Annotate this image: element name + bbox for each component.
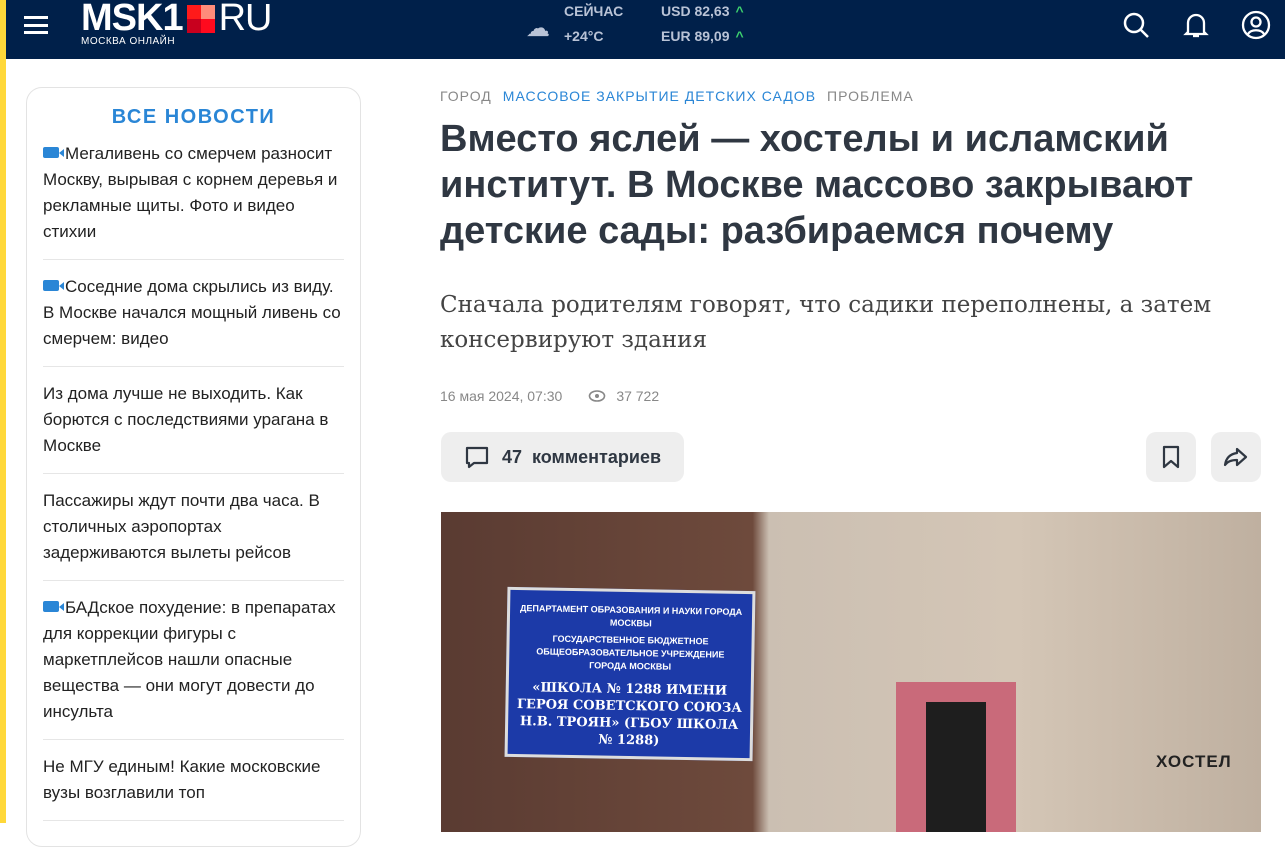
comment-icon — [465, 446, 489, 469]
sign-main-text: «ШКОЛА № 1288 ИМЕНИ ГЕРОЯ СОВЕТСКОГО СОЮ… — [516, 680, 742, 749]
sign-top-text: ДЕПАРТАМЕНТ ОБРАЗОВАНИЯ И НАУКИ ГОРОДА М… — [519, 603, 743, 629]
news-item-text: Не МГУ единым! Какие московские вузы воз… — [43, 757, 321, 802]
breadcrumb: ГОРОД МАССОВОЕ ЗАКРЫТИЕ ДЕТСКИХ САДОВ ПР… — [440, 88, 1262, 104]
news-item[interactable]: Не МГУ единым! Какие московские вузы воз… — [43, 754, 344, 821]
video-icon — [43, 601, 64, 612]
cloud-icon: ☁ — [526, 15, 550, 42]
arrow-up-icon: ^ — [735, 3, 744, 19]
news-item-text: БАДское похудение: в препаратах для корр… — [43, 598, 336, 721]
news-item-text: Мегаливень со смерчем разносит Москву, в… — [43, 144, 338, 241]
crumb-topic[interactable]: МАССОВОЕ ЗАКРЫТИЕ ДЕТСКИХ САДОВ — [503, 88, 816, 104]
news-sidebar: ВСЕ НОВОСТИ Мегаливень со смерчем разнос… — [26, 87, 361, 847]
news-item[interactable]: Соседние дома скрылись из виду. В Москве… — [43, 274, 344, 367]
share-icon — [1223, 447, 1248, 467]
building-entrance — [896, 682, 1016, 832]
news-item[interactable]: Из дома лучше не выходить. Как борются с… — [43, 381, 344, 474]
eye-icon — [589, 390, 606, 402]
sign-mid-text: ГОСУДАРСТВЕННОЕ БЮДЖЕТНОЕ ОБЩЕОБРАЗОВАТЕ… — [536, 633, 725, 672]
article-meta: 16 мая 2024, 07:30 37 722 — [440, 388, 1262, 404]
user-icon[interactable] — [1240, 9, 1272, 41]
news-item-text: Из дома лучше не выходить. Как борются с… — [43, 384, 329, 455]
comments-count: 47 — [501, 446, 522, 467]
eur-rate: EUR 89,09 — [661, 28, 730, 44]
news-item[interactable]: Пассажиры ждут почти два часа. В столичн… — [43, 488, 344, 581]
logo-tagline: МОСКВА ОНЛАЙН — [81, 36, 176, 47]
comments-button[interactable]: 47 комментариев — [441, 432, 684, 482]
hostel-sign: ХОСТЕЛ — [1156, 752, 1232, 771]
news-item[interactable]: Мегаливень со смерчем разносит Москву, в… — [43, 141, 344, 260]
temperature: +24°C — [564, 28, 604, 44]
arrow-up-icon: ^ — [735, 28, 744, 44]
article-photo: ДЕПАРТАМЕНТ ОБРАЗОВАНИЯ И НАУКИ ГОРОДА М… — [441, 512, 1261, 832]
news-item-text: Пассажиры ждут почти два часа. В столичн… — [43, 491, 320, 562]
weather-label: СЕЙЧАС — [564, 3, 624, 19]
logo-text: MSK1 — [81, 0, 184, 39]
bookmark-button[interactable] — [1146, 432, 1196, 482]
article: ГОРОД МАССОВОЕ ЗАКРЫТИЕ ДЕТСКИХ САДОВ ПР… — [440, 88, 1262, 404]
video-icon — [43, 147, 64, 158]
usd-rate: USD 82,63 — [661, 3, 730, 19]
crumb-city[interactable]: ГОРОД — [440, 88, 492, 104]
logo-squares — [186, 4, 215, 33]
bell-icon[interactable] — [1180, 9, 1212, 41]
news-item[interactable]: БАДское похудение: в препаратах для корр… — [43, 595, 344, 740]
view-count: 37 722 — [616, 388, 660, 404]
site-logo[interactable]: MSK1 RU — [81, 0, 273, 40]
article-lead: Сначала родителям говорят, что садики пе… — [440, 292, 1212, 353]
crumb-rubric[interactable]: ПРОБЛЕМА — [827, 88, 914, 104]
menu-icon[interactable] — [24, 16, 48, 34]
article-title: Вместо яслей — хостелы и исламский инсти… — [440, 118, 1194, 252]
bookmark-icon — [1162, 445, 1180, 469]
site-header: MSK1 RU МОСКВА ОНЛАЙН ☁ СЕЙЧАС +24°C USD … — [6, 0, 1285, 59]
comments-label: комментариев — [532, 446, 662, 467]
share-button[interactable] — [1211, 432, 1261, 482]
news-item-text: Соседние дома скрылись из виду. В Москве… — [43, 277, 341, 348]
logo-suffix: RU — [218, 0, 273, 39]
sidebar-title[interactable]: ВСЕ НОВОСТИ — [43, 106, 344, 129]
video-icon — [43, 280, 64, 291]
school-sign: ДЕПАРТАМЕНТ ОБРАЗОВАНИЯ И НАУКИ ГОРОДА М… — [504, 586, 756, 762]
page-edge-stripe — [0, 0, 6, 823]
search-icon[interactable] — [1120, 9, 1152, 41]
publish-date: 16 мая 2024, 07:30 — [440, 388, 563, 404]
